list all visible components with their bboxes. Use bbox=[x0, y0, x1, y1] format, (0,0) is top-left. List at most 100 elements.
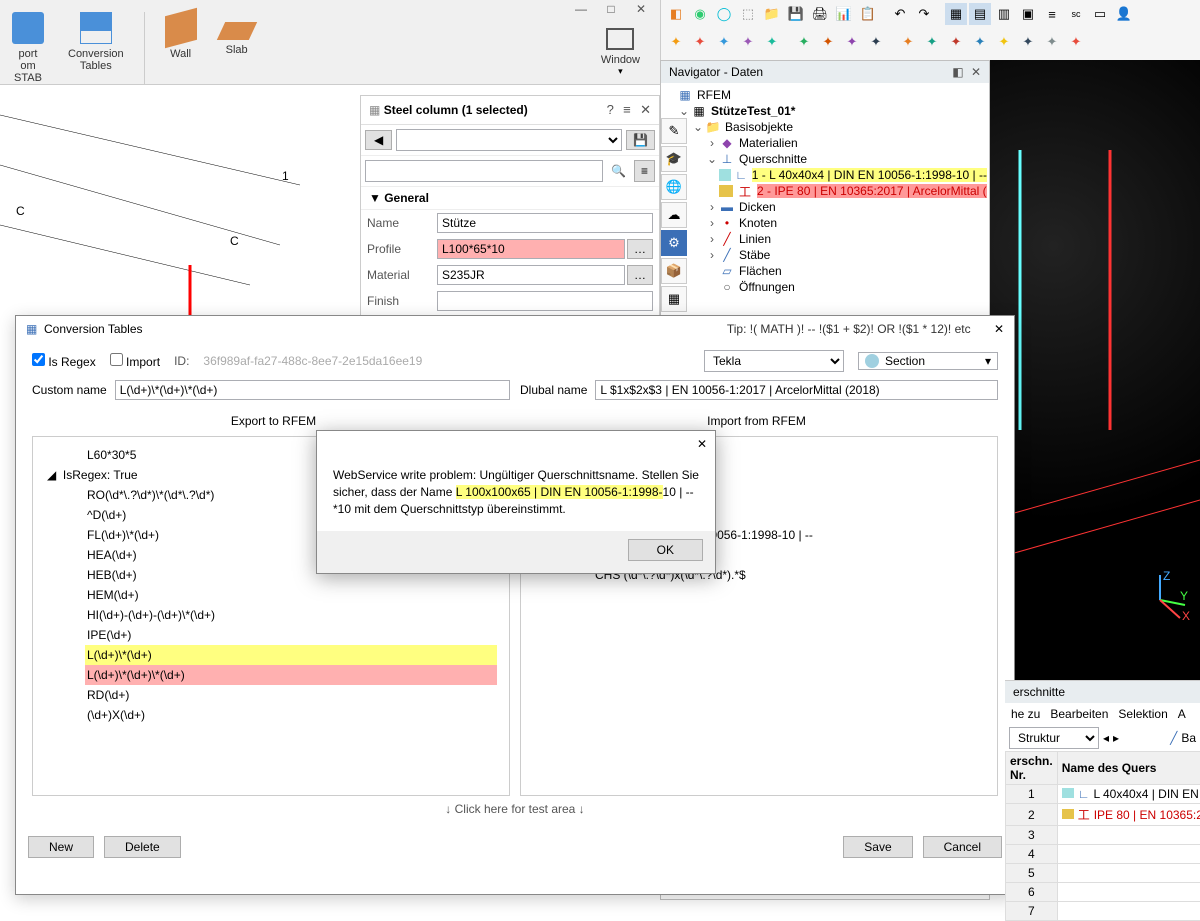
source-select[interactable]: Tekla bbox=[704, 350, 844, 372]
tb-icon[interactable]: 💾 bbox=[785, 3, 807, 25]
table-row[interactable]: 2工IPE 80 | EN 10365:2017 bbox=[1006, 804, 1200, 826]
save-button[interactable]: Save bbox=[843, 836, 912, 858]
search-icon[interactable]: 🔍 bbox=[607, 160, 630, 182]
table-row[interactable]: 7 bbox=[1006, 902, 1200, 921]
list-item[interactable]: IPE(\d+) bbox=[85, 625, 497, 645]
tb-icon[interactable]: 🖨 bbox=[809, 3, 831, 25]
list-item[interactable]: L(\d+)\*(\d+) bbox=[85, 645, 497, 665]
save-icon-button[interactable]: 💾 bbox=[626, 130, 655, 150]
list-item[interactable]: L(\d+)\*(\d+)\*(\d+) bbox=[85, 665, 497, 685]
ribbon-item-slab[interactable]: Slab bbox=[209, 8, 265, 88]
tb-icon[interactable]: ⬚ bbox=[737, 3, 759, 25]
search-input[interactable] bbox=[365, 160, 603, 182]
table-row[interactable]: 1∟L 40x40x4 | DIN EN 100 bbox=[1006, 785, 1200, 804]
ribbon-item-conversion-tables[interactable]: Conversion Tables bbox=[56, 8, 136, 88]
section-header[interactable]: ▼ General bbox=[361, 186, 659, 210]
tb-icon[interactable]: ✦ bbox=[993, 31, 1015, 53]
list-item[interactable]: HI(\d+)-(\d+)-(\d+)\*(\d+) bbox=[85, 605, 497, 625]
tree-item-qs1[interactable]: ∟1 - L 40x40x4 | DIN EN 10056-1:1998-10 … bbox=[663, 167, 987, 183]
back-button[interactable]: ◀ bbox=[365, 130, 392, 150]
side-tab-active[interactable]: ⚙ bbox=[661, 230, 687, 256]
test-area-hint[interactable]: ↓ Click here for test area ↓ bbox=[32, 796, 998, 822]
material-browse-button[interactable]: … bbox=[627, 265, 653, 285]
close-icon[interactable]: ✕ bbox=[971, 65, 981, 79]
name-input[interactable] bbox=[437, 213, 653, 233]
tb-icon[interactable]: ✦ bbox=[945, 31, 967, 53]
tb-icon[interactable]: ✦ bbox=[713, 31, 735, 53]
tb-icon[interactable]: ≡ bbox=[1041, 3, 1063, 25]
ribbon-item-wall[interactable]: Wall bbox=[153, 8, 209, 88]
tb-icon[interactable]: sc bbox=[1065, 3, 1087, 25]
tb-icon[interactable]: ▥ bbox=[993, 3, 1015, 25]
navigator-tree[interactable]: ▦RFEM ⌄▦StützeTest_01* ⌄📁Basisobjekte ›◆… bbox=[661, 83, 989, 299]
tb-icon[interactable]: ✦ bbox=[841, 31, 863, 53]
side-tab[interactable]: ✎ bbox=[661, 118, 687, 144]
tb-icon[interactable]: 👤 bbox=[1113, 3, 1135, 25]
ribbon-window-menu[interactable]: Window ▾ bbox=[601, 28, 640, 77]
filter-button[interactable]: ≡ bbox=[634, 160, 655, 182]
profile-browse-button[interactable]: … bbox=[627, 239, 653, 259]
struktur-select[interactable]: Struktur bbox=[1009, 727, 1099, 749]
is-regex-checkbox[interactable]: Is Regex bbox=[32, 353, 96, 369]
minimize-icon[interactable]: — bbox=[566, 0, 596, 18]
tb-icon[interactable]: ✦ bbox=[737, 31, 759, 53]
cancel-button[interactable]: Cancel bbox=[923, 836, 1002, 858]
tb-icon[interactable]: ✦ bbox=[921, 31, 943, 53]
list-item[interactable]: RD(\d+) bbox=[85, 685, 497, 705]
tb-icon[interactable]: ✦ bbox=[689, 31, 711, 53]
tb-icon[interactable]: ▤ bbox=[969, 3, 991, 25]
profile-input[interactable] bbox=[437, 239, 625, 259]
redo-icon[interactable]: ↷ bbox=[913, 3, 935, 25]
undo-icon[interactable]: ↶ bbox=[889, 3, 911, 25]
delete-button[interactable]: Delete bbox=[104, 836, 181, 858]
list-item[interactable]: HEM(\d+) bbox=[85, 585, 497, 605]
dlubal-name-input[interactable] bbox=[595, 380, 998, 400]
new-button[interactable]: New bbox=[28, 836, 94, 858]
close-icon[interactable]: ✕ bbox=[994, 322, 1004, 336]
table-row[interactable]: 6 bbox=[1006, 883, 1200, 902]
table-row[interactable]: 5 bbox=[1006, 864, 1200, 883]
tb-icon[interactable]: ✦ bbox=[761, 31, 783, 53]
tb-icon[interactable]: ▣ bbox=[1017, 3, 1039, 25]
help-icon[interactable]: ? bbox=[607, 102, 614, 117]
tb-icon[interactable]: ✦ bbox=[1065, 31, 1087, 53]
tb-icon[interactable]: ✦ bbox=[793, 31, 815, 53]
tb-icon[interactable]: ✦ bbox=[969, 31, 991, 53]
finish-input[interactable] bbox=[437, 291, 653, 311]
prev-icon[interactable]: ◂ bbox=[1103, 731, 1109, 745]
table-row[interactable]: 3 bbox=[1006, 826, 1200, 845]
maximize-icon[interactable]: □ bbox=[596, 0, 626, 18]
tb-icon[interactable]: ◯ bbox=[713, 3, 735, 25]
tb-icon[interactable]: ✦ bbox=[817, 31, 839, 53]
close-icon[interactable]: ✕ bbox=[697, 437, 707, 451]
ok-button[interactable]: OK bbox=[628, 539, 703, 561]
tb-icon[interactable]: ◉ bbox=[689, 3, 711, 25]
close-icon[interactable]: ✕ bbox=[626, 0, 656, 18]
table-row[interactable]: 4 bbox=[1006, 845, 1200, 864]
tb-icon[interactable]: ✦ bbox=[665, 31, 687, 53]
side-tab[interactable]: 🌐 bbox=[661, 174, 687, 200]
side-tab[interactable]: 🎓 bbox=[661, 146, 687, 172]
tb-icon[interactable]: ▭ bbox=[1089, 3, 1111, 25]
tree-item-qs2[interactable]: 工2 - IPE 80 | EN 10365:2017 | ArcelorMit… bbox=[663, 183, 987, 199]
undock-icon[interactable]: ◧ bbox=[952, 65, 963, 79]
tb-icon[interactable]: ✦ bbox=[897, 31, 919, 53]
tb-icon[interactable]: ✦ bbox=[865, 31, 887, 53]
close-icon[interactable]: ✕ bbox=[640, 102, 651, 117]
tb-icon[interactable]: ✦ bbox=[1017, 31, 1039, 53]
tb-icon[interactable]: 📋 bbox=[857, 3, 879, 25]
import-checkbox[interactable]: Import bbox=[110, 353, 160, 369]
side-tab[interactable]: 📦 bbox=[661, 258, 687, 284]
tb-icon[interactable]: ◧ bbox=[665, 3, 687, 25]
tb-icon[interactable]: 📊 bbox=[833, 3, 855, 25]
side-tab[interactable]: ☁ bbox=[661, 202, 687, 228]
tb-icon[interactable]: 📁 bbox=[761, 3, 783, 25]
tb-icon[interactable]: ✦ bbox=[1041, 31, 1063, 53]
material-input[interactable] bbox=[437, 265, 625, 285]
tb-icon[interactable]: ▦ bbox=[945, 3, 967, 25]
list-icon[interactable]: ≡ bbox=[623, 102, 631, 117]
instance-select[interactable] bbox=[396, 129, 622, 151]
list-item[interactable]: (\d+)X(\d+) bbox=[85, 705, 497, 725]
next-icon[interactable]: ▸ bbox=[1113, 731, 1119, 745]
side-tab[interactable]: ▦ bbox=[661, 286, 687, 312]
